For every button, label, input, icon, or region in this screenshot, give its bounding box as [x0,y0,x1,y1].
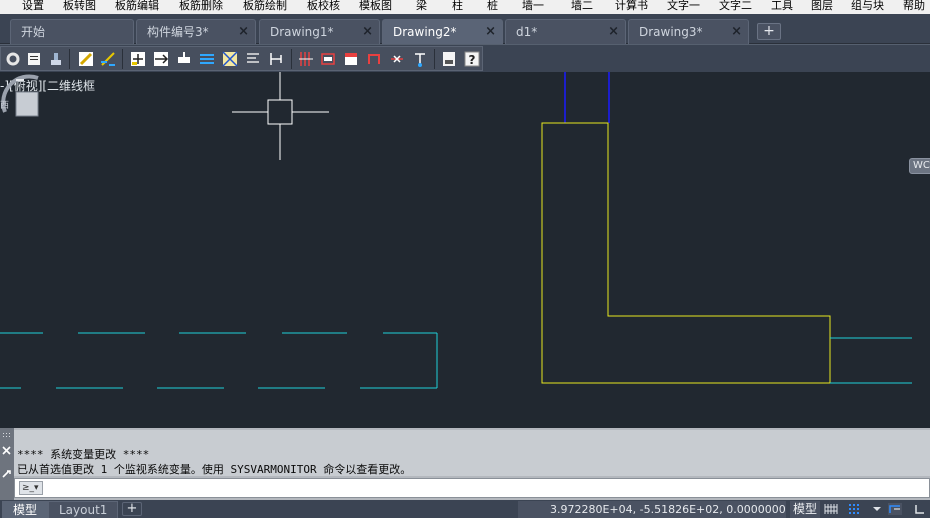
tab-label: Drawing1* [270,25,334,39]
coordinate-readout[interactable]: 3.972280E+04, -5.51826E+02, 0.00000000 [518,501,786,518]
stamp-icon[interactable] [47,50,65,68]
dimension-tree-icon[interactable] [267,50,285,68]
drawing-canvas[interactable]: -][俯视][二维线框 西 WC [0,72,930,428]
document-icon[interactable] [25,50,43,68]
rebar-arrow-icon[interactable] [152,50,170,68]
insert-block-icon[interactable] [175,50,193,68]
model-space-button[interactable]: 模型 [790,501,821,518]
command-input[interactable] [47,480,907,496]
command-history-line: **** 系统变量更改 **** [17,448,150,461]
beam-section-icon[interactable] [319,50,337,68]
command-line: ≥_▾ [14,478,930,498]
menu-item-text-2[interactable]: 文字二 [719,0,752,13]
toolbar-separator [69,49,70,69]
toolbar-separator [291,49,292,69]
document-tab-bar: 开始 构件编号3* × Drawing1* × Drawing2* × d1* … [0,14,930,44]
tab-label: Drawing2* [393,25,457,39]
cyan-dashed-lines [0,332,912,389]
menu-item-slab-rebar-draw[interactable]: 板筋绘制 [243,0,287,13]
command-window-grip[interactable] [0,428,14,500]
menu-item-slab-rebar-edit[interactable]: 板筋编辑 [115,0,159,13]
toolbar-separator [122,49,123,69]
column-grid-icon[interactable] [297,50,315,68]
wrench-icon [2,470,11,478]
tab-component-number-3[interactable]: 构件编号3* × [136,19,256,44]
tab-label: 开始 [21,25,46,39]
svg-text:?: ? [469,53,476,67]
command-window-controls [2,433,11,478]
align-text-icon[interactable] [244,50,262,68]
yellow-l-shape [541,122,831,384]
ortho-icon[interactable] [888,503,902,515]
tab-label: Drawing3* [639,25,703,39]
add-layout-button[interactable]: + [122,502,142,516]
menu-item-groups-blocks[interactable]: 组与块 [851,0,884,13]
parallel-lines-icon[interactable] [198,50,216,68]
new-tab-button[interactable]: + [757,23,781,40]
menu-item-text-1[interactable]: 文字一 [667,0,700,13]
drawing-geometry [0,72,912,389]
menu-item-wall-1[interactable]: 墙一 [522,0,544,13]
close-icon[interactable]: × [608,20,619,44]
tab-drawing3[interactable]: Drawing3* × [628,19,749,44]
dwg-file-icon[interactable] [440,50,458,68]
menu-item-help[interactable]: 帮助 [903,0,925,13]
close-icon[interactable]: × [731,20,742,44]
chevron-down-icon[interactable] [870,503,884,515]
tab-start[interactable]: 开始 [10,19,134,44]
close-icon [2,446,11,455]
menu-item-calc-book[interactable]: 计算书 [615,0,648,13]
menu-item-slab-check[interactable]: 板校核 [307,0,340,13]
blue-lines [564,72,610,123]
stirrup-icon[interactable] [365,50,383,68]
command-prompt-icon[interactable]: ≥_▾ [19,481,43,495]
menu-item-slab-rebar-delete[interactable]: 板筋删除 [179,0,223,13]
snap-grid-icon[interactable] [848,503,862,515]
viewcube-compass[interactable]: 西 [0,72,40,142]
tab-label: 构件编号3* [147,25,209,39]
close-icon[interactable]: × [485,20,496,44]
menu-item-formwork[interactable]: 模板图 [359,0,392,13]
status-bar: 模型 Layout1 + 3.972280E+04, -5.51826E+02,… [0,500,930,518]
menu-item-wall-2[interactable]: 墙二 [571,0,593,13]
crosshair-cursor [232,72,329,160]
grid-icon[interactable] [824,503,838,515]
grid-select-icon[interactable] [221,50,239,68]
rebar-mark-icon[interactable] [411,50,429,68]
hatch-edit-icon[interactable] [99,50,117,68]
tool-palette: ? [0,46,483,71]
tab-drawing2[interactable]: Drawing2* × [382,19,503,44]
close-icon[interactable]: × [362,20,373,44]
cad-window: 设置 板转图 板筋编辑 板筋删除 板筋绘制 板校核 模板图 梁 柱 桩 墙一 墙… [0,0,930,518]
tab-d1[interactable]: d1* × [505,19,626,44]
toolbar: ? [0,44,930,72]
menu-item-column[interactable]: 柱 [452,0,463,13]
menu-item-slab-to-drawing[interactable]: 板转图 [63,0,96,13]
toolbar-separator [434,49,435,69]
rebar-cross-icon[interactable] [129,50,147,68]
menu-item-layers[interactable]: 图层 [811,0,833,13]
close-icon[interactable]: × [238,20,249,44]
compass-west-label: 西 [0,100,9,111]
command-history-line: 已从首选值更改 1 个监视系统变量。使用 SYSVARMONITOR 命令以查看… [17,463,412,476]
command-window: **** 系统变量更改 **** 已从首选值更改 1 个监视系统变量。使用 SY… [0,428,930,500]
gear-icon[interactable] [4,50,22,68]
tab-label: d1* [516,25,538,39]
table-block-icon[interactable] [342,50,360,68]
polar-icon[interactable] [912,503,926,515]
tab-drawing1[interactable]: Drawing1* × [259,19,380,44]
menu-bar: 设置 板转图 板筋编辑 板筋删除 板筋绘制 板校核 模板图 梁 柱 桩 墙一 墙… [0,0,930,14]
menu-item-settings[interactable]: 设置 [22,0,44,13]
help-icon[interactable]: ? [463,50,481,68]
menu-item-beam[interactable]: 梁 [416,0,427,13]
tab-layout1[interactable]: Layout1 [48,501,119,518]
tab-model[interactable]: 模型 [2,501,49,518]
wcs-menu-button[interactable]: WCS [909,158,930,174]
pencil-draw-icon[interactable] [77,50,95,68]
menu-item-tools[interactable]: 工具 [771,0,793,13]
menu-item-pile[interactable]: 桩 [487,0,498,13]
command-history: **** 系统变量更改 **** 已从首选值更改 1 个监视系统变量。使用 SY… [14,430,930,476]
dimension-x-icon[interactable] [388,50,406,68]
